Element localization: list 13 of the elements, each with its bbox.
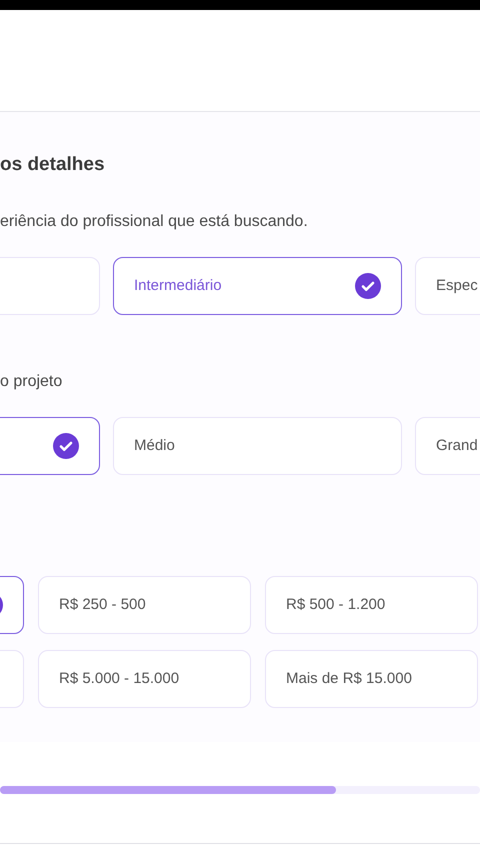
option-card[interactable]: Grand [415,417,480,475]
option-card[interactable]: Mais de R$ 15.000 [265,650,478,708]
check-icon [53,433,79,459]
section-title: os detalhes [0,153,106,177]
option-card[interactable]: R$ 5.000 - 15.000 [38,650,251,708]
option-card[interactable]: Intermediário [113,257,402,315]
option-card[interactable]: Espec [415,257,480,315]
question-text: o projeto [0,372,64,392]
option-card[interactable]: R$ 500 - 1.200 [265,576,478,634]
option-card[interactable]: Médio [113,417,402,475]
option-card[interactable]: R$ 250 - 500 [38,576,251,634]
check-icon [355,273,381,299]
question-text: eriência do profissional que está buscando. [0,212,309,232]
